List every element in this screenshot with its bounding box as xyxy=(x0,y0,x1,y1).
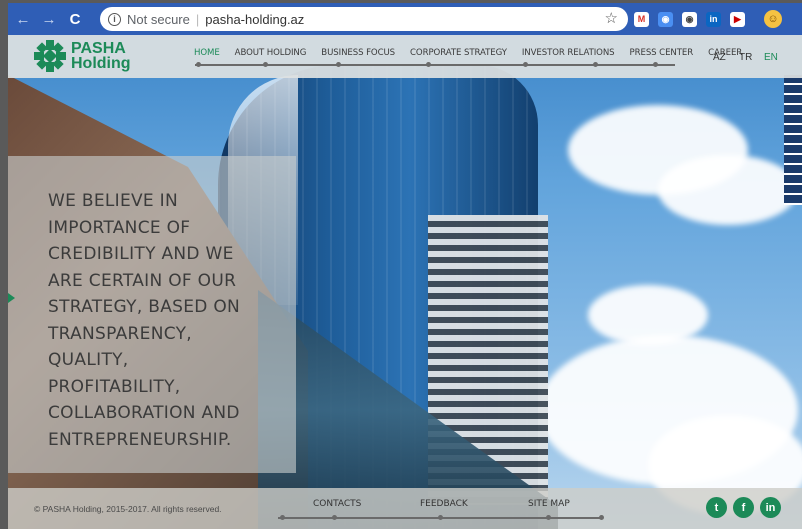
footer-dot xyxy=(332,515,337,520)
brand-name: PASHA Holding xyxy=(71,40,131,72)
footer-sitemap-link[interactable]: SITE MAP xyxy=(528,499,570,509)
twitter-icon[interactable]: t xyxy=(706,497,727,518)
hero-quote: WE BELIEVE IN IMPORTANCE OF CREDIBILITY … xyxy=(48,191,241,450)
address-bar[interactable]: i Not secure | pasha-holding.az ☆ xyxy=(100,7,628,31)
nav-about-holding[interactable]: ABOUT HOLDING xyxy=(235,35,307,58)
footer-dot xyxy=(599,515,604,520)
site-logo[interactable]: PASHA Holding xyxy=(33,39,131,73)
webpage: PASHA Holding HOME ABOUT HOLDING BUSINES… xyxy=(8,35,802,529)
forward-icon[interactable]: → xyxy=(38,8,60,30)
footer-contacts-link[interactable]: CONTACTS xyxy=(313,499,361,509)
site-footer: © PASHA Holding, 2015-2017. All rights r… xyxy=(8,488,802,529)
url-text[interactable]: pasha-holding.az xyxy=(205,12,304,27)
nav-business-focus[interactable]: BUSINESS FOCUS xyxy=(321,35,395,58)
bookmark-star-icon[interactable]: ☆ xyxy=(605,9,618,27)
site-header: PASHA Holding HOME ABOUT HOLDING BUSINES… xyxy=(8,35,802,78)
footer-dot xyxy=(546,515,551,520)
linkedin-icon[interactable]: in xyxy=(760,497,781,518)
reload-icon[interactable]: C xyxy=(64,8,86,30)
browser-toolbar: ← → C i Not secure | pasha-holding.az ☆ … xyxy=(8,3,802,35)
brand-line2: Holding xyxy=(71,55,131,72)
linkedin-extension-icon[interactable]: in xyxy=(706,11,721,27)
extensions-bar: M ◉ ◉ in ▶ ☺ ⋮ xyxy=(634,9,802,29)
nav-corporate-strategy[interactable]: CORPORATE STRATEGY xyxy=(410,35,507,58)
menu-kebab-icon[interactable]: ⋮ xyxy=(797,9,802,29)
lang-az[interactable]: AZ xyxy=(713,52,726,63)
slider-arrow-icon[interactable] xyxy=(8,293,15,303)
copyright-text: © PASHA Holding, 2015-2017. All rights r… xyxy=(34,504,222,514)
profile-avatar-icon[interactable]: ☺ xyxy=(764,10,782,28)
footer-feedback-link[interactable]: FEEDBACK xyxy=(420,499,468,509)
facebook-icon[interactable]: f xyxy=(733,497,754,518)
main-nav: HOME ABOUT HOLDING BUSINESS FOCUS CORPOR… xyxy=(194,35,757,78)
right-building xyxy=(784,75,802,205)
separator: | xyxy=(195,11,200,27)
extension-icon[interactable]: ◉ xyxy=(658,11,673,27)
nav-home[interactable]: HOME xyxy=(194,35,220,58)
security-label: Not secure xyxy=(127,11,190,27)
nav-press-center[interactable]: PRESS CENTER xyxy=(630,35,694,58)
lang-en[interactable]: EN xyxy=(764,52,778,63)
pasha-logo-icon xyxy=(34,40,66,72)
video-extension-icon[interactable]: ▶ xyxy=(730,11,745,27)
camera-icon[interactable]: ◉ xyxy=(682,11,697,27)
lang-tr[interactable]: TR xyxy=(739,52,752,63)
nav-investor-relations[interactable]: INVESTOR RELATIONS xyxy=(522,35,615,58)
footer-dot xyxy=(438,515,443,520)
footer-dot xyxy=(280,515,285,520)
info-icon[interactable]: i xyxy=(108,12,121,26)
gmail-icon[interactable]: M xyxy=(634,11,649,27)
back-icon[interactable]: ← xyxy=(12,8,34,30)
brand-line1: PASHA xyxy=(71,40,126,57)
hero-quote-panel: WE BELIEVE IN IMPORTANCE OF CREDIBILITY … xyxy=(8,156,296,473)
cloud xyxy=(658,155,798,225)
